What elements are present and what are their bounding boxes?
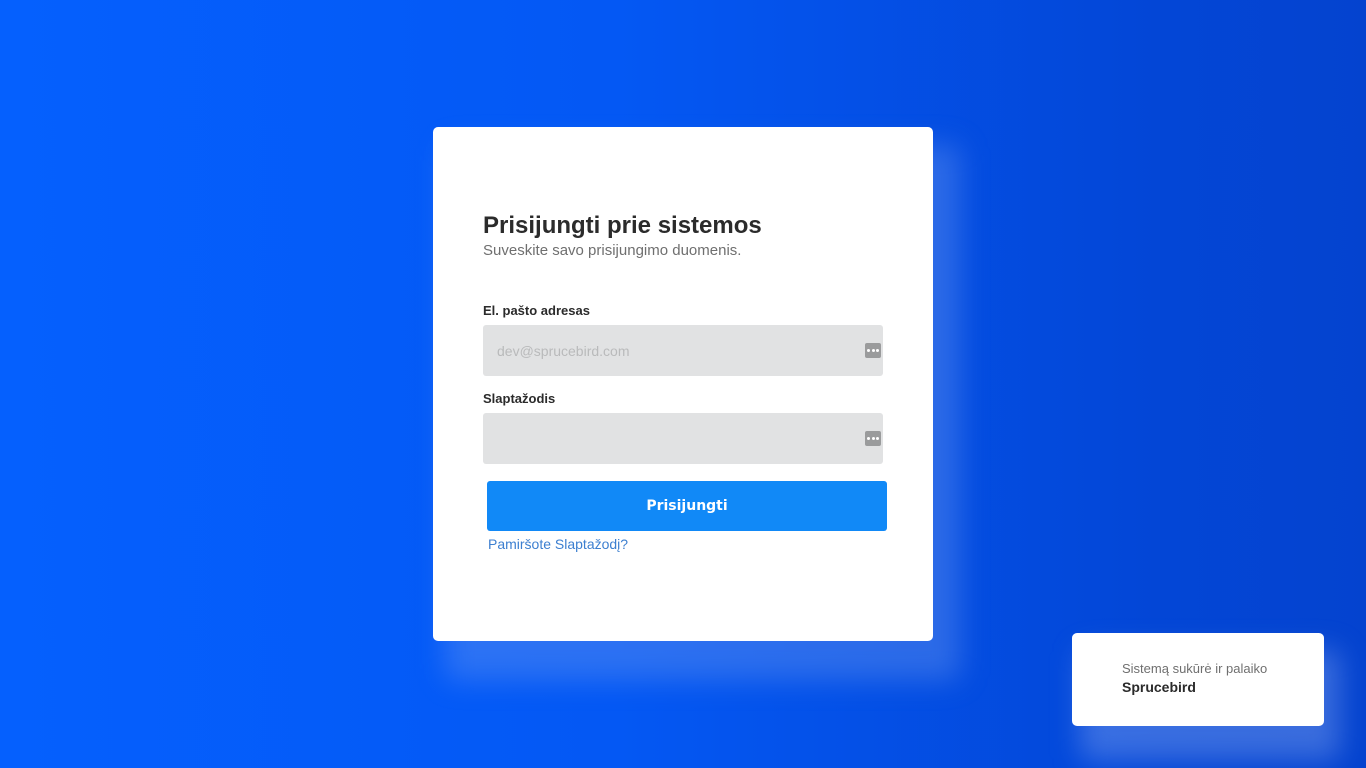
password-field[interactable] <box>483 413 853 464</box>
password-label: Slaptažodis <box>483 391 556 406</box>
email-field[interactable] <box>483 325 853 376</box>
page-title: Prisijungti prie sistemos <box>483 212 762 239</box>
email-label: El. pašto adresas <box>483 303 590 318</box>
email-field-wrapper <box>483 325 883 376</box>
login-card: Prisijungti prie sistemos Suveskite savo… <box>433 127 933 641</box>
login-form: Prisijungti prie sistemos Suveskite savo… <box>483 211 883 261</box>
credits-text: Sistemą sukūrė ir palaiko <box>1122 661 1268 676</box>
credits-brand: Sprucebird <box>1122 679 1196 695</box>
password-manager-icon[interactable] <box>865 343 881 358</box>
password-field-wrapper <box>483 413 883 464</box>
page-subtitle: Suveskite savo prisijungimo duomenis. <box>483 242 742 259</box>
password-manager-icon[interactable] <box>865 431 881 446</box>
login-button[interactable]: Prisijungti <box>487 481 887 531</box>
credits-card: Sistemą sukūrė ir palaiko Sprucebird <box>1072 633 1324 726</box>
forgot-password-link[interactable]: Pamiršote Slaptažodį? <box>488 536 628 552</box>
